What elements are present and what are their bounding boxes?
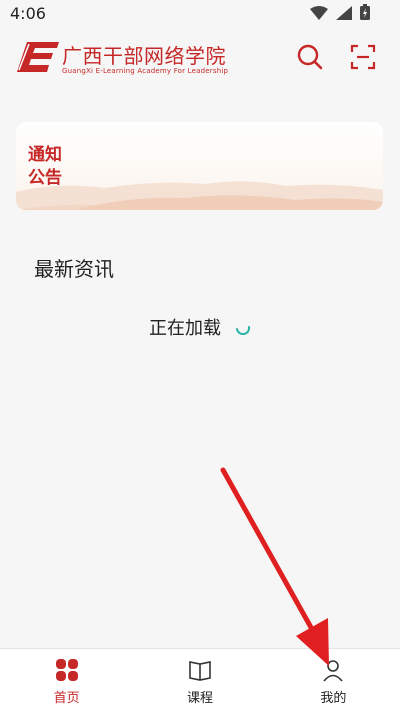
wifi-icon	[310, 5, 328, 24]
tab-mine-label: 我的	[320, 691, 347, 706]
status-bar: 4:06	[0, 0, 400, 28]
notice-title: 通知 公告	[28, 145, 62, 188]
loading-indicator: 正在加载	[0, 314, 400, 340]
signal-icon	[336, 5, 352, 24]
news-section-header: 最新资讯	[0, 228, 400, 281]
tab-home[interactable]: 首页	[0, 649, 133, 711]
person-icon	[321, 658, 345, 682]
tab-home-label: 首页	[53, 691, 80, 706]
home-grid-icon	[55, 658, 79, 682]
tab-courses-label: 课程	[186, 691, 213, 706]
app-subtitle: GuangXi E-Learning Academy For Leadershi…	[62, 67, 229, 75]
app-header: 广西干部网络学院 GuangXi E-Learning Academy For …	[0, 28, 400, 90]
scan-button[interactable]	[348, 42, 378, 72]
search-icon	[297, 44, 323, 70]
tab-courses[interactable]: 课程	[133, 649, 266, 711]
spinner-icon	[236, 326, 251, 335]
app-title: 广西干部网络学院	[62, 44, 226, 68]
academy-logo-icon	[17, 42, 59, 72]
landscape-background-icon	[16, 122, 383, 210]
loading-text: 正在加载	[149, 318, 221, 339]
news-list: 正在加载	[0, 278, 400, 648]
status-icons	[310, 4, 370, 24]
search-button[interactable]	[295, 42, 325, 72]
notice-banner[interactable]: 通知 公告	[16, 122, 383, 210]
status-time: 4:06	[10, 4, 46, 23]
book-icon	[188, 658, 212, 682]
scan-icon	[350, 44, 376, 70]
tab-mine[interactable]: 我的	[267, 649, 400, 711]
battery-icon	[360, 4, 370, 24]
bottom-tab-bar: 首页 课程 我的	[0, 648, 400, 711]
